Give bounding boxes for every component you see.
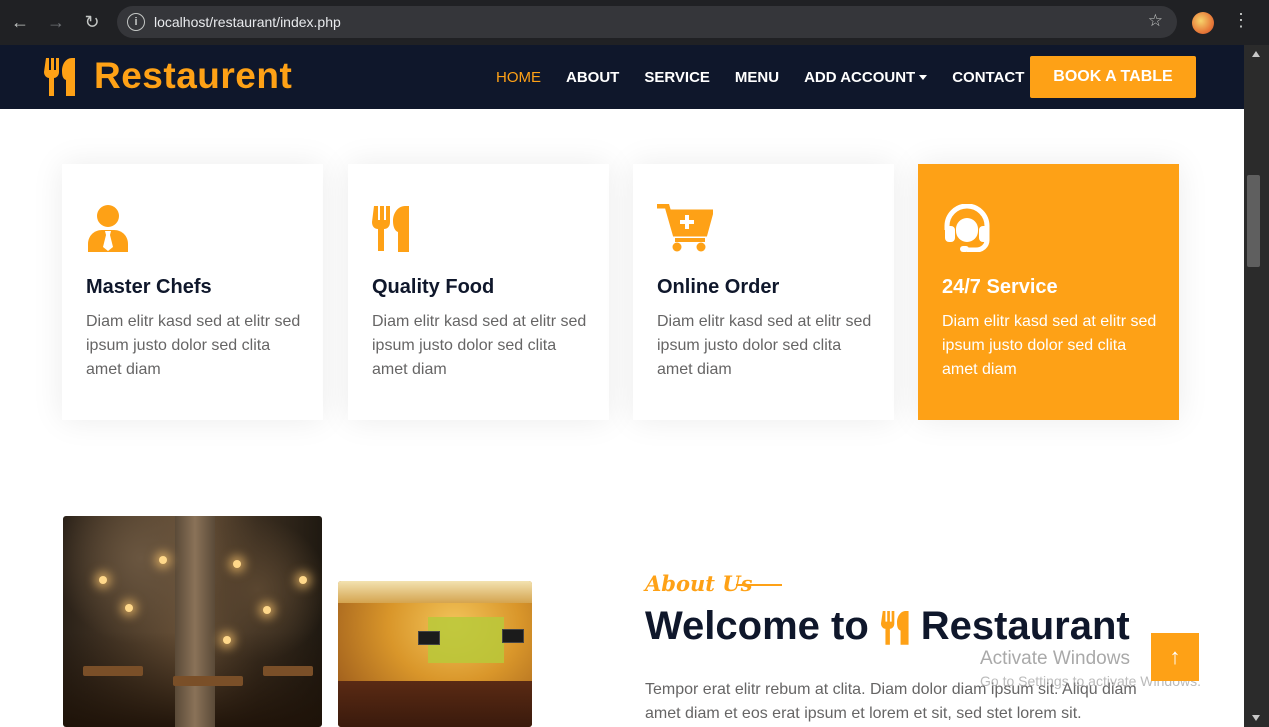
forward-arrow-icon[interactable]: → [38,5,74,41]
scroll-down-icon[interactable] [1252,715,1260,721]
nav-about[interactable]: ABOUT [566,69,619,86]
nav-home[interactable]: HOME [496,69,541,86]
service-card-quality-food[interactable]: Quality Food Diam elitr kasd sed at elit… [348,164,609,420]
service-description: Diam elitr kasd sed at elitr sed ipsum j… [942,313,1157,378]
nav-service[interactable]: SERVICE [644,69,710,86]
cart-plus-icon [657,204,713,252]
utensils-icon [880,610,909,645]
service-title: Master Chefs [86,276,212,298]
book-table-button[interactable]: BOOK A TABLE [1030,56,1196,98]
address-bar[interactable]: i localhost/restaurant/index.php ☆ [117,6,1177,38]
brand-name[interactable]: Restaurent [94,55,292,97]
back-arrow-icon[interactable]: ← [2,5,38,41]
nav-add-account[interactable]: ADD ACCOUNT [804,68,928,86]
profile-avatar[interactable] [1192,12,1214,34]
arrow-up-icon: ↑ [1169,644,1181,669]
about-title: Welcome to Restaurant [645,604,1130,649]
site-info-icon[interactable]: i [127,13,145,31]
scroll-up-icon[interactable] [1252,51,1260,57]
service-description: Diam elitr kasd sed at elitr sed ipsum j… [86,313,301,378]
nav-menu[interactable]: MENU [735,69,779,86]
service-title: Online Order [657,276,780,298]
service-description: Diam elitr kasd sed at elitr sed ipsum j… [372,313,587,378]
caret-down-icon [919,75,928,81]
service-card-master-chefs[interactable]: Master Chefs Diam elitr kasd sed at elit… [62,164,323,420]
scrollbar-thumb[interactable] [1247,175,1260,267]
nav-contact[interactable]: CONTACT [952,69,1024,86]
back-to-top-button[interactable]: ↑ [1151,633,1199,681]
bookmark-star-icon[interactable]: ☆ [1148,11,1163,31]
user-tie-icon [88,205,128,252]
restaurant-interior-photo-2 [338,581,532,727]
brand-logo[interactable]: Restaurent [44,55,292,97]
page-scrollbar[interactable] [1244,45,1269,727]
service-title: Quality Food [372,276,495,298]
nav-add-account-label: ADD ACCOUNT [804,68,916,86]
reload-icon[interactable]: ↻ [74,5,110,41]
main-menu: HOME ABOUT SERVICE MENU ADD ACCOUNT CONT… [496,45,1049,109]
about-divider [736,584,782,586]
browser-toolbar: ← → ↻ i localhost/restaurant/index.php ☆… [0,0,1269,45]
menu-kebab-icon[interactable]: ⋮ [1232,10,1250,31]
about-title-brand: Restaurant [920,604,1130,648]
utensils-icon [372,206,409,252]
service-card-24-7[interactable]: 24/7 Service Diam elitr kasd sed at elit… [918,164,1179,420]
service-card-online-order[interactable]: Online Order Diam elitr kasd sed at elit… [633,164,894,420]
url-text[interactable]: localhost/restaurant/index.php [154,14,341,30]
restaurant-interior-photo-1 [63,516,322,727]
utensils-icon [44,58,75,96]
about-title-prefix: Welcome to [645,604,869,648]
windows-activation-title: Activate Windows [980,648,1130,669]
service-description: Diam elitr kasd sed at elitr sed ipsum j… [657,313,872,378]
service-title: 24/7 Service [942,276,1058,298]
headset-icon [944,204,990,252]
site-navbar: Restaurent HOME ABOUT SERVICE MENU ADD A… [0,45,1244,109]
